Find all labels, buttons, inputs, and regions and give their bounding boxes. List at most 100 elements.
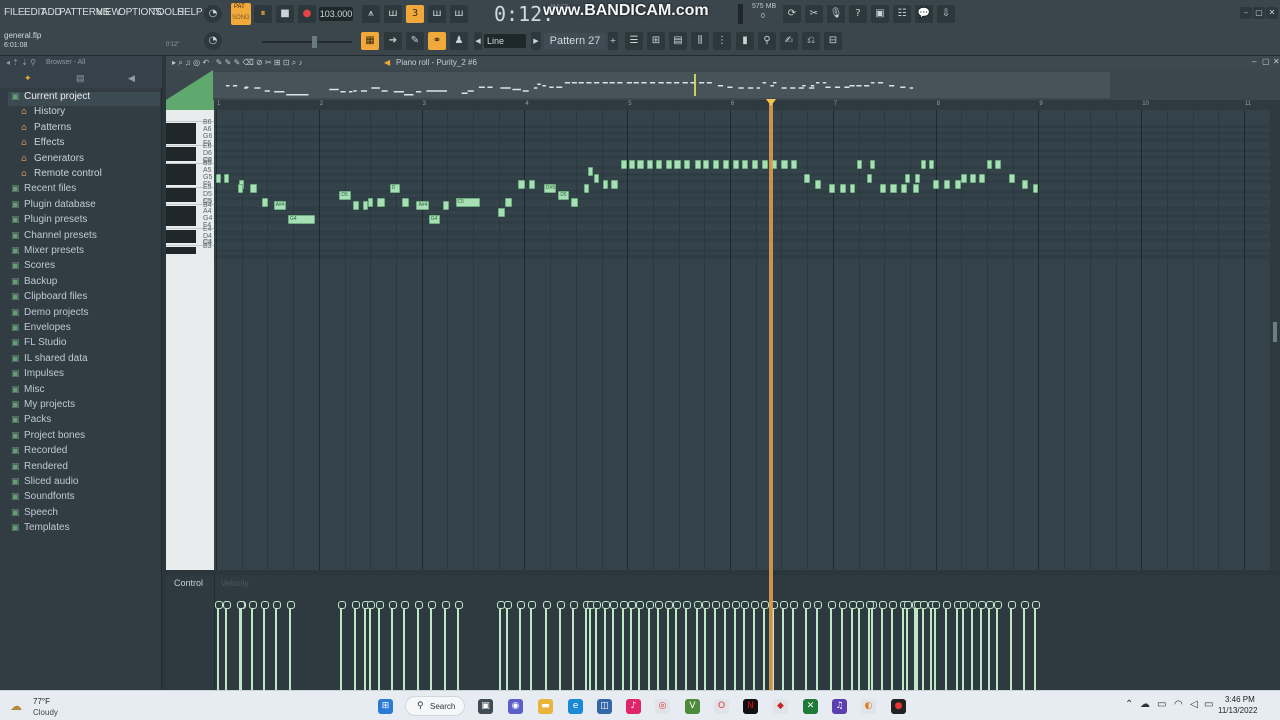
window-max-icon[interactable]: ▢ (1262, 57, 1270, 66)
volume-icon[interactable]: ◁ (1190, 699, 1198, 710)
countdown-icon[interactable]: 3 (406, 5, 424, 23)
velocity-bar[interactable] (583, 601, 592, 690)
velocity-bar[interactable] (401, 601, 410, 690)
playhead-line[interactable] (769, 104, 774, 690)
note[interactable] (646, 159, 653, 169)
black-key[interactable] (166, 177, 196, 185)
velocity-bar[interactable] (986, 601, 994, 690)
stop-icon[interactable]: ■ (276, 5, 294, 23)
magnet-link-icon[interactable]: ⚭ (428, 32, 446, 50)
note[interactable] (761, 159, 769, 169)
browser-item[interactable]: ▣ Demo projects (11, 307, 88, 318)
velocity-bar[interactable] (654, 601, 663, 690)
note[interactable] (815, 180, 822, 190)
velocity-bar[interactable] (286, 601, 295, 690)
browser-item[interactable]: ▣ IL shared data (11, 353, 88, 364)
task-view-icon[interactable]: ▣ (478, 699, 493, 714)
velocity-bar[interactable] (928, 601, 937, 690)
edge-icon[interactable]: e (568, 699, 583, 714)
mixer-window-icon[interactable]: ⫼ (691, 32, 709, 50)
recording-knob-icon[interactable]: ◔ (204, 5, 222, 23)
channel-routing-icon[interactable]: ⋮ (713, 32, 731, 50)
velocity-bar[interactable] (942, 601, 951, 690)
pattern-overview[interactable] (166, 70, 1280, 100)
weather-desc[interactable]: Cloudy (33, 708, 58, 717)
pause-icon[interactable]: ⏸ (254, 5, 272, 23)
velocity-bar[interactable] (427, 601, 436, 690)
velocity-bar[interactable] (954, 601, 963, 690)
weather-icon[interactable]: ☁ (10, 699, 22, 713)
note[interactable] (828, 183, 835, 193)
velocity-bar[interactable] (601, 601, 610, 690)
note[interactable] (237, 183, 243, 193)
note[interactable] (804, 173, 811, 183)
plugin-picker-icon[interactable]: ⚲ (758, 32, 776, 50)
velocity-bar[interactable] (248, 601, 257, 690)
browser-item[interactable]: ⌂ Remote control (21, 168, 102, 179)
note[interactable] (857, 159, 863, 169)
velocity-bar[interactable] (702, 601, 711, 690)
window-close-icon[interactable]: ✕ (1273, 57, 1280, 66)
speaker-icon[interactable]: ◀ (128, 73, 135, 84)
note[interactable] (781, 159, 788, 169)
browser-item[interactable]: ▣ Backup (11, 276, 57, 287)
note[interactable]: D5 (339, 190, 351, 200)
velocity-bar[interactable] (367, 601, 376, 690)
browser-item[interactable]: ▣ Soundfonts (11, 491, 75, 502)
browser-nav-icons[interactable]: ◂ ⇡ ⇣ ⚲ (6, 58, 36, 67)
velocity-bar[interactable] (1020, 601, 1029, 690)
note[interactable]: A#4 (416, 201, 429, 211)
velocity-bar[interactable] (865, 601, 874, 690)
velocity-bar[interactable] (760, 601, 769, 690)
cut-icon[interactable]: ✂ (805, 5, 823, 23)
snap-selector[interactable]: Line (484, 34, 526, 48)
download-icon[interactable]: ⇩ (937, 5, 955, 23)
stamp-icon[interactable]: ♟ (450, 32, 468, 50)
wifi-icon[interactable]: ◠ (1174, 699, 1183, 710)
maximize-icon[interactable]: ▢ (1253, 7, 1265, 19)
browser-item[interactable]: ▣ FL Studio (11, 337, 66, 348)
velocity-bar[interactable] (593, 601, 602, 690)
note[interactable] (912, 183, 920, 193)
velocity-bar[interactable] (517, 601, 526, 690)
velocity-bar[interactable] (1032, 601, 1041, 690)
note[interactable] (570, 197, 578, 207)
note[interactable] (733, 159, 740, 169)
velocity-bar[interactable] (215, 601, 223, 690)
velocity-bar[interactable] (960, 601, 969, 690)
velocity-bar[interactable] (542, 601, 551, 690)
velocity-bar[interactable] (636, 601, 645, 690)
velocity-bar[interactable] (376, 601, 385, 690)
velocity-bar[interactable] (628, 601, 637, 690)
velocity-bar[interactable] (741, 601, 750, 690)
piano-roll-icon[interactable]: ▦ (361, 32, 379, 50)
velocity-bar[interactable] (388, 601, 397, 690)
browser-item[interactable]: ⌂ Generators (21, 153, 84, 164)
note[interactable] (352, 201, 359, 211)
piano-keyboard[interactable]: B6 A6 G6 F6 E6 D6 C6 B5 A5 G5 F5 E5 D5 C5 B4 A4 G4 F4 E4 D4… (166, 110, 214, 570)
note[interactable] (890, 183, 897, 193)
velocity-bar[interactable] (856, 601, 865, 690)
browser-item[interactable]: ▣ Plugin database (11, 199, 96, 210)
velocity-bar[interactable] (868, 601, 877, 690)
black-key[interactable] (166, 136, 196, 144)
note[interactable] (904, 173, 910, 183)
pattern-prev-icon[interactable]: ▶ (531, 32, 541, 50)
velocity-bar[interactable] (454, 601, 463, 690)
browser-item[interactable]: ▣ Scores (11, 260, 55, 271)
scroll-thumb[interactable] (1273, 322, 1277, 342)
note[interactable] (518, 180, 526, 190)
microphone-icon[interactable]: 🎙 (827, 5, 845, 23)
browser-window-icon[interactable]: ▮ (736, 32, 754, 50)
note[interactable]: C5 (455, 197, 481, 207)
velocity-bar[interactable] (1007, 601, 1016, 690)
render-icon[interactable]: ⊟ (824, 32, 842, 50)
note[interactable] (655, 159, 663, 169)
slider-handle[interactable] (312, 36, 317, 48)
velocity-bar[interactable] (889, 601, 898, 690)
note[interactable] (528, 180, 535, 190)
note[interactable] (987, 159, 992, 169)
note[interactable] (722, 159, 729, 169)
browser-item[interactable]: ⌂ Effects (21, 137, 64, 148)
start-icon[interactable]: ⊞ (378, 699, 393, 714)
